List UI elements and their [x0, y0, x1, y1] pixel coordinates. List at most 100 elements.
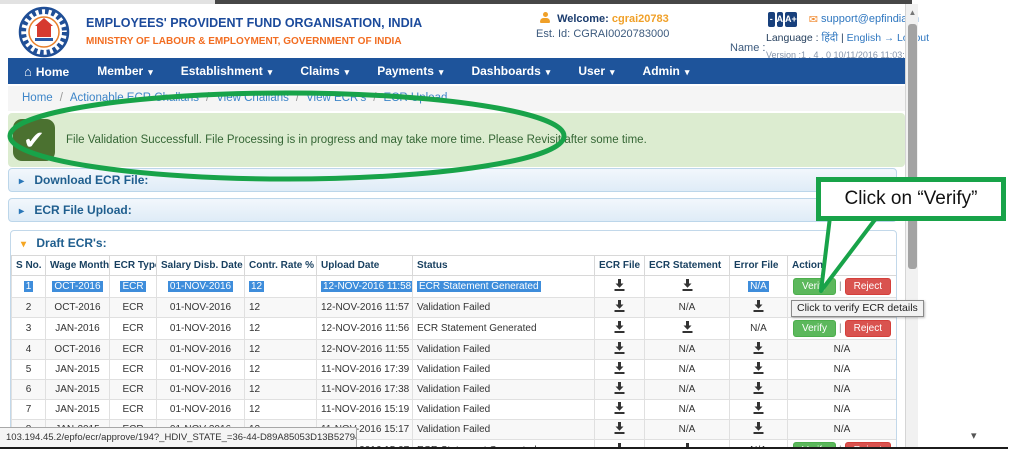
download-ecr-file-panel[interactable]: ▸ Download ECR File: [8, 168, 897, 192]
download-icon[interactable] [614, 321, 625, 336]
nav-item-dashboards[interactable]: Dashboards ▾ [471, 64, 550, 78]
cell-action: Verify|Reject [787, 317, 896, 340]
download-icon[interactable] [753, 382, 764, 397]
download-icon[interactable] [753, 422, 764, 437]
nav-item-label: Dashboards [471, 64, 541, 78]
cell-action: Verify|Reject [787, 275, 896, 298]
download-icon[interactable] [753, 300, 764, 315]
download-icon[interactable] [614, 342, 625, 357]
est-id-label: Est. Id: [536, 28, 571, 40]
cell-text: ECR Statement Generated [417, 323, 537, 334]
cell-ecr_statement [644, 317, 730, 340]
cell-error_file [729, 419, 788, 440]
download-icon[interactable] [682, 321, 693, 336]
cell-text: OCT-2016 [52, 281, 103, 292]
download-icon[interactable] [614, 300, 625, 315]
cell-ecr_type: ECR [109, 379, 157, 400]
breadcrumb-item[interactable]: ECR Upload [383, 92, 447, 104]
cell-wage_month: OCT-2016 [45, 339, 110, 360]
table-row: 2 OCT-2016 ECR 01-NOV-2016 12 12-NOV-2016 11:… [11, 297, 896, 318]
cell-upload_date: 12-NOV-2016 11:57 [316, 297, 413, 318]
nav-item-user[interactable]: User ▾ [578, 64, 614, 78]
font-size-increase-button[interactable]: A+ [785, 11, 797, 27]
cell-ecr_statement: N/A [644, 399, 730, 420]
welcome-line: Welcome: cgrai20783 [540, 12, 669, 25]
action-na-label: N/A [833, 344, 851, 355]
cell-text: 1 [23, 281, 34, 292]
download-icon[interactable] [614, 362, 625, 377]
cell-salary_disb_date: 01-NOV-2016 [156, 359, 245, 380]
cell-error_file [729, 379, 788, 400]
cell-contr_rate: 12 [244, 275, 317, 298]
nav-item-payments[interactable]: Payments ▾ [377, 64, 443, 78]
breadcrumb-item[interactable]: View ECR's [306, 92, 366, 104]
cell-text: OCT-2016 [54, 302, 101, 313]
na-label: N/A [750, 323, 767, 334]
success-alert: ✔ File Validation Successfull. File Proc… [8, 113, 905, 167]
action-separator: | [839, 281, 842, 292]
download-icon[interactable] [614, 422, 625, 437]
cell-ecr_file [594, 399, 645, 420]
download-icon[interactable] [614, 402, 625, 417]
scrollbar-thumb[interactable] [908, 24, 917, 269]
cell-text: 01-NOV-2016 [169, 384, 232, 395]
ecr-file-upload-panel[interactable]: ▸ ECR File Upload: [8, 198, 897, 222]
reject-button[interactable]: Reject [844, 278, 891, 295]
language-hindi-link[interactable]: हिंदी [821, 32, 838, 44]
cell-text: JAN-2015 [55, 364, 100, 375]
action-na-label: N/A [833, 384, 851, 395]
font-size-normal-button[interactable]: A [776, 11, 783, 27]
language-english-link[interactable]: English [847, 32, 881, 44]
download-ecr-file-panel-label: Download ECR File: [34, 173, 149, 187]
breadcrumb-item[interactable]: View Challans [216, 92, 289, 104]
download-icon[interactable] [614, 279, 625, 294]
alert-message: File Validation Successfull. File Proces… [66, 134, 647, 146]
cell-upload_date: 11-NOV-2016 17:38 [316, 379, 413, 400]
cell-text: 01-NOV-2016 [169, 344, 232, 355]
cell-text: 01-NOV-2016 [169, 302, 232, 313]
download-icon[interactable] [614, 382, 625, 397]
verify-button[interactable]: Verify [793, 278, 837, 295]
cell-ecr_file [594, 297, 645, 318]
nav-item-admin[interactable]: Admin ▾ [643, 64, 690, 78]
cell-text: Validation Failed [417, 384, 491, 395]
cell-status: Validation Failed [412, 359, 595, 380]
email-icon: ✉ [808, 13, 818, 26]
scroll-down-icon[interactable]: ▾ [971, 429, 977, 442]
column-header: Action [787, 255, 896, 276]
cell-ecr_file [594, 317, 645, 340]
cell-wage_month: JAN-2015 [45, 399, 110, 420]
nav-item-home[interactable]: ⌂ Home [24, 64, 69, 79]
welcome-label: Welcome: [557, 13, 609, 25]
cell-text: 12 [249, 323, 261, 334]
download-icon[interactable] [682, 279, 693, 294]
download-icon[interactable] [753, 402, 764, 417]
cell-text: 11-NOV-2016 17:38 [321, 384, 410, 395]
cell-text: ECR [122, 302, 144, 313]
scroll-up-icon[interactable]: ▲ [906, 6, 919, 19]
verify-button[interactable]: Verify [793, 320, 837, 337]
logout-icon: → [884, 33, 895, 44]
cell-status: Validation Failed [412, 297, 595, 318]
download-icon[interactable] [753, 362, 764, 377]
cell-status: Validation Failed [412, 339, 595, 360]
draft-ecr-panel-header[interactable]: ▾ Draft ECR's: [11, 231, 896, 255]
language-bar: Language : हिंदी | English → Logout [766, 31, 929, 45]
ministry-name: MINISTRY OF LABOUR & EMPLOYMENT, GOVERNM… [86, 36, 402, 47]
chevron-down-icon: ▾ [438, 67, 444, 77]
breadcrumb-item[interactable]: Actionable ECR Challans [70, 92, 199, 104]
table-row: 7 JAN-2015 ECR 01-NOV-2016 12 11-NOV-2016 15:… [11, 399, 896, 420]
cell-contr_rate: 12 [244, 317, 317, 340]
font-size-decrease-button[interactable]: -A [768, 11, 775, 39]
download-icon[interactable] [753, 342, 764, 357]
breadcrumb-item[interactable]: Home [22, 92, 53, 104]
table-header-row: S No. Wage Month ECR Type Salary Disb. Date… [11, 255, 896, 276]
vertical-scrollbar[interactable]: ▲ [905, 4, 918, 448]
na-label: N/A [678, 344, 696, 355]
cell-text: 12-NOV-2016 11:56 [321, 323, 410, 334]
reject-button[interactable]: Reject [844, 320, 891, 337]
nav-item-member[interactable]: Member ▾ [97, 64, 153, 78]
cell-text: 11-NOV-2016 17:39 [321, 364, 410, 375]
nav-item-establishment[interactable]: Establishment ▾ [181, 64, 273, 78]
nav-item-claims[interactable]: Claims ▾ [300, 64, 349, 78]
